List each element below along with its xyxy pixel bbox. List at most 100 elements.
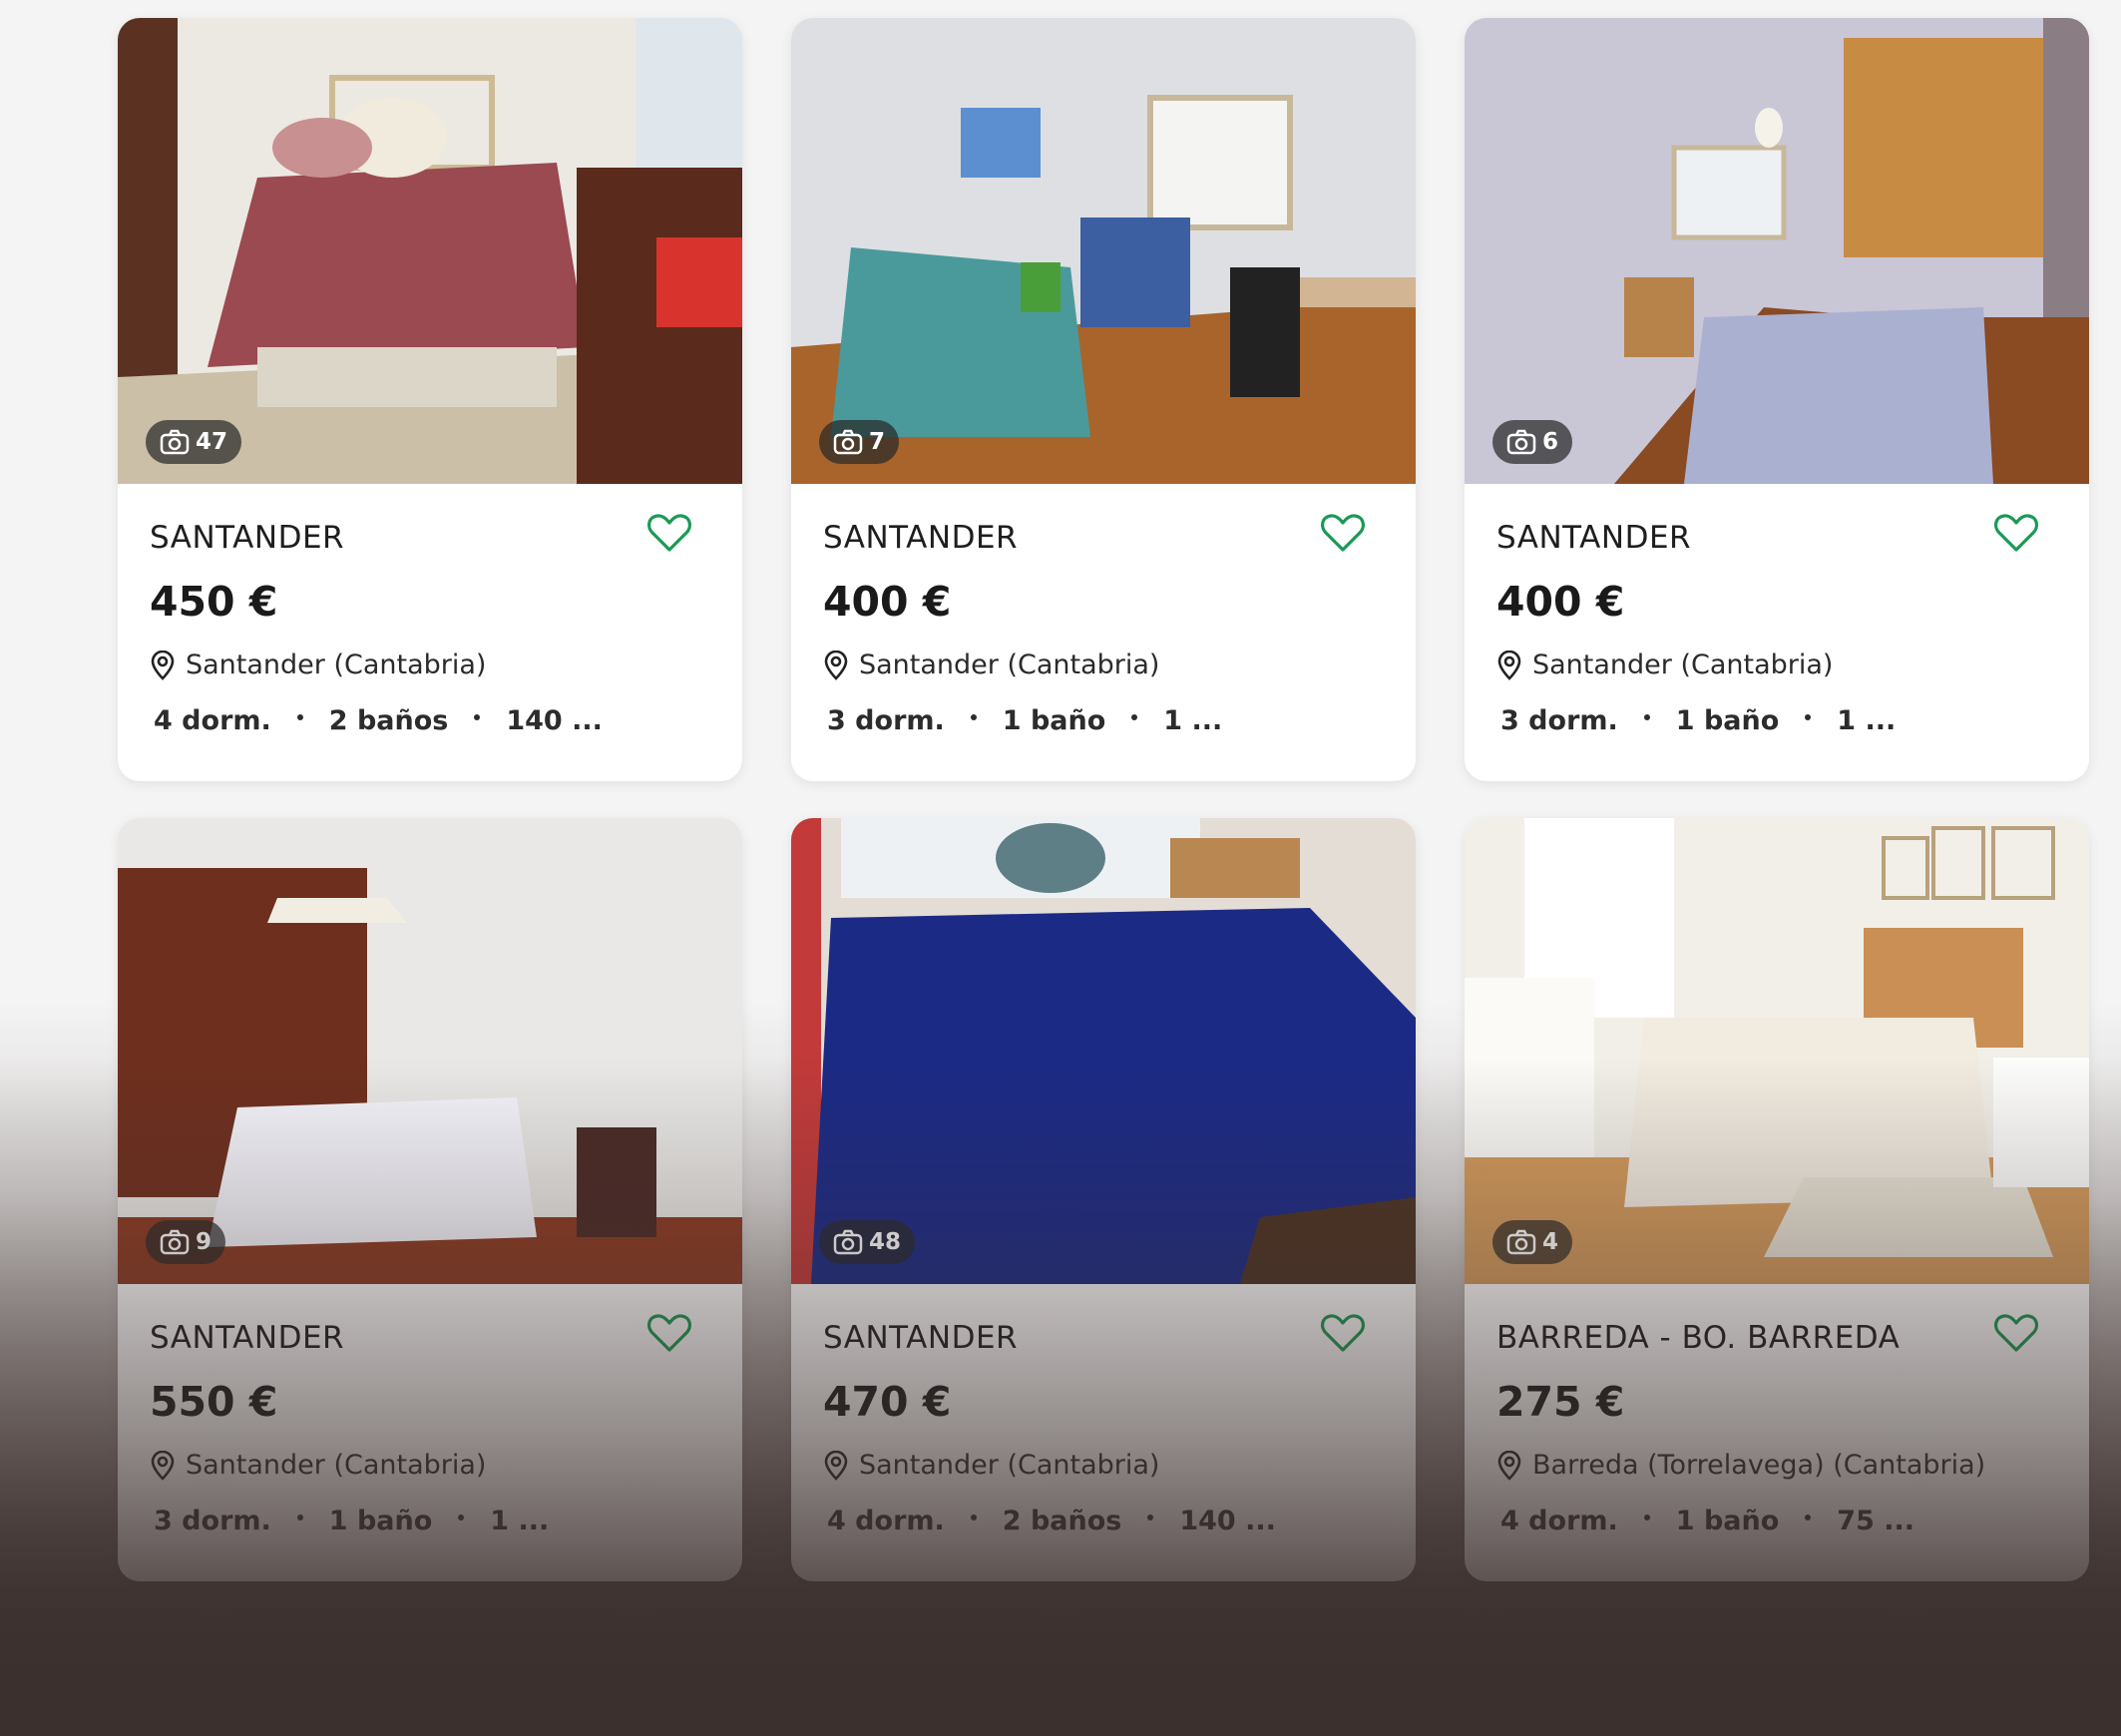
separator-dot bbox=[1805, 713, 1812, 720]
bedrooms: 4 dorm. bbox=[1500, 1506, 1618, 1536]
photo-count-badge: 4 bbox=[1492, 1220, 1573, 1264]
separator-dot bbox=[1643, 713, 1650, 720]
listing-info: BARREDA - BO. BARREDA 275 € Barreda (Tor… bbox=[1465, 1284, 2089, 1581]
location-pin-icon bbox=[151, 650, 175, 680]
separator-dot bbox=[474, 713, 481, 720]
heart-outline-icon[interactable] bbox=[1993, 1312, 2039, 1354]
listing-city: SANTANDER bbox=[150, 520, 345, 556]
separator-dot bbox=[1131, 713, 1138, 720]
listing-features: 3 dorm. 1 baño 1 ... bbox=[827, 705, 1222, 736]
listing-city: SANTANDER bbox=[823, 1320, 1019, 1356]
location-pin-icon bbox=[1497, 1450, 1521, 1481]
listing-photo[interactable]: 4 bbox=[1465, 818, 2089, 1284]
listing-info: SANTANDER 400 € Santander (Cantabria) 3 … bbox=[1465, 484, 2089, 781]
area: 1 ... bbox=[1837, 705, 1897, 736]
bedrooms: 3 dorm. bbox=[1500, 705, 1618, 736]
photo-count-badge: 47 bbox=[146, 420, 242, 464]
bedrooms: 3 dorm. bbox=[154, 1506, 271, 1536]
camera-icon bbox=[160, 1229, 190, 1255]
separator-dot bbox=[1805, 1514, 1812, 1520]
area: 1 ... bbox=[1163, 705, 1223, 736]
bathrooms: 2 baños bbox=[328, 705, 449, 736]
bedrooms: 4 dorm. bbox=[827, 1506, 945, 1536]
listing-location: Barreda (Torrelavega) (Cantabria) bbox=[1496, 1450, 1985, 1481]
listing-price: 470 € bbox=[823, 1378, 952, 1426]
camera-icon bbox=[833, 429, 863, 455]
listing-features: 3 dorm. 1 baño 1 ... bbox=[1500, 705, 1896, 736]
photo-count-badge: 9 bbox=[146, 1220, 226, 1264]
area: 140 ... bbox=[506, 705, 603, 736]
listing-features: 4 dorm. 1 baño 75 ... bbox=[1500, 1506, 1914, 1536]
listing-photo[interactable]: 47 bbox=[118, 18, 742, 484]
photo-count-badge: 6 bbox=[1492, 420, 1573, 464]
listing-photo[interactable]: 6 bbox=[1465, 18, 2089, 484]
separator-dot bbox=[296, 1514, 303, 1520]
listing-card[interactable]: 9 SANTANDER 550 € Santander (Cantabria) … bbox=[118, 818, 742, 1581]
location-text: Barreda (Torrelavega) (Cantabria) bbox=[1532, 1450, 1986, 1481]
photo-count: 48 bbox=[869, 1229, 902, 1255]
location-pin-icon bbox=[1497, 650, 1521, 680]
bathrooms: 1 baño bbox=[1002, 705, 1106, 736]
listing-info: SANTANDER 470 € Santander (Cantabria) 4 … bbox=[791, 1284, 1416, 1581]
location-pin-icon bbox=[151, 1450, 175, 1481]
bedrooms: 4 dorm. bbox=[154, 705, 271, 736]
listing-location: Santander (Cantabria) bbox=[823, 1450, 1159, 1481]
listing-location: Santander (Cantabria) bbox=[1496, 650, 1833, 680]
separator-dot bbox=[458, 1514, 465, 1520]
listing-location: Santander (Cantabria) bbox=[150, 650, 486, 680]
listing-location: Santander (Cantabria) bbox=[823, 650, 1159, 680]
camera-icon bbox=[833, 1229, 863, 1255]
listing-features: 4 dorm. 2 baños 140 ... bbox=[827, 1506, 1276, 1536]
listing-card[interactable]: 47 SANTANDER 450 € Santander (Cantabria)… bbox=[118, 18, 742, 781]
listing-card[interactable]: 48 SANTANDER 470 € Santander (Cantabria)… bbox=[791, 818, 1416, 1581]
listing-location: Santander (Cantabria) bbox=[150, 1450, 486, 1481]
location-pin-icon bbox=[824, 1450, 848, 1481]
listing-card[interactable]: 7 SANTANDER 400 € Santander (Cantabria) … bbox=[791, 18, 1416, 781]
listing-city: BARREDA - BO. BARREDA bbox=[1496, 1320, 1901, 1356]
location-text: Santander (Cantabria) bbox=[186, 650, 487, 680]
listing-features: 4 dorm. 2 baños 140 ... bbox=[154, 705, 603, 736]
listing-price: 400 € bbox=[823, 578, 952, 626]
listing-card[interactable]: 6 SANTANDER 400 € Santander (Cantabria) … bbox=[1465, 18, 2089, 781]
bathrooms: 1 baño bbox=[1675, 1506, 1780, 1536]
photo-count-badge: 48 bbox=[819, 1220, 916, 1264]
listing-city: SANTANDER bbox=[1496, 520, 1692, 556]
camera-icon bbox=[1506, 1229, 1536, 1255]
area: 1 ... bbox=[490, 1506, 550, 1536]
listing-city: SANTANDER bbox=[823, 520, 1019, 556]
listing-features: 3 dorm. 1 baño 1 ... bbox=[154, 1506, 549, 1536]
heart-outline-icon[interactable] bbox=[1320, 512, 1366, 554]
bathrooms: 2 baños bbox=[1002, 1506, 1122, 1536]
heart-outline-icon[interactable] bbox=[1320, 1312, 1366, 1354]
separator-dot bbox=[970, 1514, 977, 1520]
listing-photo[interactable]: 9 bbox=[118, 818, 742, 1284]
heart-outline-icon[interactable] bbox=[1993, 512, 2039, 554]
camera-icon bbox=[1506, 429, 1536, 455]
listing-price: 400 € bbox=[1496, 578, 1625, 626]
area: 140 ... bbox=[1179, 1506, 1276, 1536]
listing-info: SANTANDER 450 € Santander (Cantabria) 4 … bbox=[118, 484, 742, 781]
heart-outline-icon[interactable] bbox=[646, 1312, 692, 1354]
listing-city: SANTANDER bbox=[150, 1320, 345, 1356]
separator-dot bbox=[1147, 1514, 1154, 1520]
listing-price: 275 € bbox=[1496, 1378, 1625, 1426]
listing-info: SANTANDER 400 € Santander (Cantabria) 3 … bbox=[791, 484, 1416, 781]
photo-count: 6 bbox=[1542, 429, 1559, 455]
photo-count: 7 bbox=[869, 429, 886, 455]
location-text: Santander (Cantabria) bbox=[859, 650, 1160, 680]
camera-icon bbox=[160, 429, 190, 455]
location-text: Santander (Cantabria) bbox=[859, 1450, 1160, 1481]
photo-count: 9 bbox=[196, 1229, 212, 1255]
listing-price: 550 € bbox=[150, 1378, 278, 1426]
listing-price: 450 € bbox=[150, 578, 278, 626]
area: 75 ... bbox=[1837, 1506, 1915, 1536]
heart-outline-icon[interactable] bbox=[646, 512, 692, 554]
bedrooms: 3 dorm. bbox=[827, 705, 945, 736]
listing-photo[interactable]: 48 bbox=[791, 818, 1416, 1284]
listing-card[interactable]: 4 BARREDA - BO. BARREDA 275 € Barreda (T… bbox=[1465, 818, 2089, 1581]
separator-dot bbox=[970, 713, 977, 720]
separator-dot bbox=[296, 713, 303, 720]
location-pin-icon bbox=[824, 650, 848, 680]
photo-count-badge: 7 bbox=[819, 420, 900, 464]
listing-photo[interactable]: 7 bbox=[791, 18, 1416, 484]
